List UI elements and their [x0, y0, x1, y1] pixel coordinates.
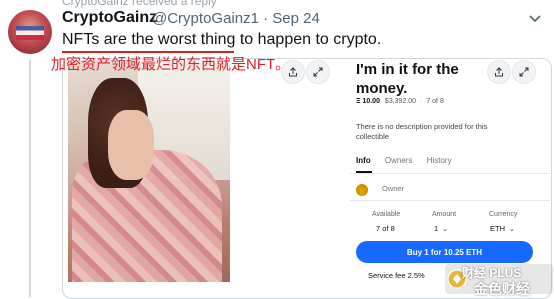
thread-line	[29, 60, 31, 297]
avatar[interactable]	[8, 10, 52, 54]
nft-tabs: Info Owners History	[356, 156, 464, 165]
divider	[350, 200, 550, 201]
currency-select[interactable]: ETH ⌄	[490, 224, 515, 233]
owner-avatar[interactable]	[356, 184, 368, 196]
available-label: Available	[372, 211, 401, 218]
amount-value: 1	[434, 224, 439, 233]
nft-description: There is no description provided for thi…	[356, 122, 488, 141]
nft-title: I'm in it for the money.	[356, 61, 459, 97]
tab-history[interactable]: History	[427, 156, 452, 165]
buy-button[interactable]: Buy 1 for 10.25 ETH	[356, 241, 533, 263]
expand-icon[interactable]	[512, 60, 536, 84]
currency-label: Currency	[489, 211, 518, 218]
watermark-line-2: 金色财经	[474, 281, 530, 297]
chevron-down-icon: ⌄	[509, 226, 515, 233]
divider	[350, 173, 550, 174]
tweet-date[interactable]: Sep 24	[272, 10, 320, 27]
tab-owners[interactable]: Owners	[385, 156, 413, 165]
service-fee: Service fee 2.5%	[368, 271, 425, 280]
currency-value: ETH	[490, 224, 505, 233]
share-icon[interactable]	[487, 60, 511, 84]
amount-select[interactable]: 1 ⌄	[434, 224, 448, 233]
handle-and-date: @CryptoGainz1 · Sep 24	[152, 10, 320, 27]
edition-count: 7 of 8	[426, 98, 444, 105]
price-eth: Ξ 10.00	[356, 98, 380, 105]
reply-notice: CryptoGainz received a reply	[62, 0, 217, 8]
chevron-down-icon[interactable]	[527, 10, 543, 26]
separator: ·	[263, 10, 269, 27]
display-name[interactable]: CryptoGainz	[62, 9, 157, 27]
tab-info[interactable]: Info	[356, 156, 371, 165]
price-usd: $3,392.00	[384, 98, 417, 105]
translation-annotation: 加密资产领域最烂的东西就是NFT。	[51, 56, 291, 73]
available-value: 7 of 8	[376, 224, 395, 233]
expand-icon[interactable]	[306, 60, 330, 84]
tweet-text: NFTs are the worst thing to happen to cr…	[62, 31, 382, 48]
amount-label: Amount	[432, 211, 457, 218]
nft-image[interactable]	[68, 60, 230, 282]
chevron-down-icon: ⌄	[442, 226, 449, 233]
handle[interactable]: @CryptoGainz1	[152, 10, 259, 27]
owner-label: Owner	[382, 184, 405, 193]
price-row: Ξ 10.00 $3,392.00 · 7 of 8	[356, 98, 444, 105]
